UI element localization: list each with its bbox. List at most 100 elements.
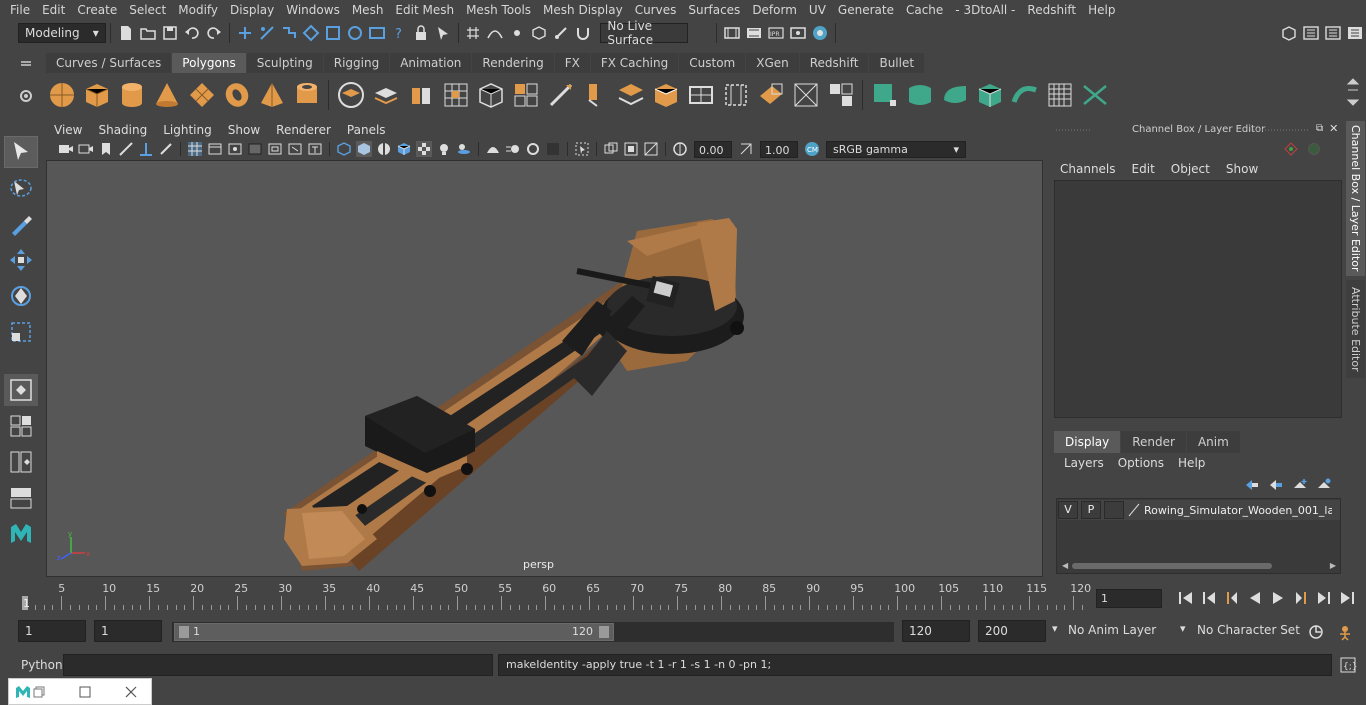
shelf-tab-rigging[interactable]: Rigging (323, 53, 390, 73)
poly-cube-icon[interactable] (82, 80, 112, 110)
help-menu[interactable]: Help (1178, 456, 1205, 470)
poly-cylinder-icon[interactable] (117, 80, 147, 110)
range-slider-handle[interactable]: 1 120 (174, 623, 614, 641)
render-sequence-icon[interactable] (745, 24, 763, 42)
script-editor-icon[interactable]: {;} (1339, 656, 1357, 674)
poly-sphere-icon[interactable] (47, 80, 77, 110)
layer-horizontal-scrollbar[interactable]: ◀ ▶ (1058, 560, 1340, 572)
menu-deform[interactable]: Deform (746, 3, 803, 17)
panel-drag-handle-right[interactable] (1248, 124, 1310, 134)
scroll-left-icon[interactable]: ◀ (1062, 561, 1068, 570)
menu-curves[interactable]: Curves (629, 3, 683, 17)
image-plane-icon[interactable] (118, 141, 134, 157)
shelf-tab-fx-caching[interactable]: FX Caching (590, 53, 679, 73)
viewport-menu-shading[interactable]: Shading (90, 123, 155, 137)
redshift-sphere-light-icon[interactable] (905, 80, 935, 110)
outliner-layout-button[interactable] (4, 446, 38, 478)
layer-display-type-toggle[interactable] (1104, 501, 1124, 519)
uv-editor-icon[interactable] (686, 80, 716, 110)
menu-help[interactable]: Help (1082, 3, 1121, 17)
menu-mesh-tools[interactable]: Mesh Tools (460, 3, 537, 17)
chevron-down-icon[interactable]: ▾ (1052, 622, 1058, 635)
menu-redshift[interactable]: Redshift (1021, 3, 1082, 17)
shelf-menu-icon[interactable] (18, 53, 34, 75)
go-to-start-icon[interactable] (1177, 589, 1195, 607)
close-icon[interactable]: ✕ (1329, 122, 1338, 135)
mode-dropdown[interactable]: Modeling ▾ (18, 23, 106, 43)
panel-drag-handle[interactable] (1054, 124, 1094, 134)
object-menu[interactable]: Object (1171, 162, 1210, 176)
shelf-tab-custom[interactable]: Custom (679, 53, 746, 73)
undo-icon[interactable] (183, 24, 201, 42)
grease-pencil-icon[interactable] (158, 141, 174, 157)
script-language-label[interactable]: Python (21, 658, 63, 672)
playback-end-field[interactable]: 120 (902, 620, 970, 642)
ambient-occlusion-icon[interactable] (485, 141, 501, 157)
menu-create[interactable]: Create (71, 3, 123, 17)
redshift-render-view-icon[interactable] (1080, 80, 1110, 110)
help-mask-icon[interactable]: ? (390, 24, 408, 42)
shelf-tab-fx[interactable]: FX (554, 53, 590, 73)
redshift-dome-light-icon[interactable] (940, 80, 970, 110)
animation-end-field[interactable]: 200 (978, 620, 1046, 642)
command-input[interactable] (63, 654, 493, 676)
lock-icon[interactable] (412, 24, 430, 42)
snap-curve-icon[interactable] (486, 24, 504, 42)
play-forwards-icon[interactable] (1269, 589, 1287, 607)
viewport-menu-show[interactable]: Show (220, 123, 268, 137)
layer-row[interactable]: V P Rowing_Simulator_Wooden_001_layer (1058, 500, 1340, 520)
new-empty-layer-icon[interactable] (1292, 478, 1308, 492)
paint-select-tool-button[interactable] (4, 208, 38, 240)
redshift-portal-light-icon[interactable] (975, 80, 1005, 110)
exposure-icon[interactable] (672, 141, 688, 157)
viewport-menu-lighting[interactable]: Lighting (155, 123, 220, 137)
layout-uv-icon[interactable] (826, 80, 856, 110)
bookmark-icon[interactable] (98, 141, 114, 157)
render-settings-icon[interactable] (789, 24, 807, 42)
status-dot-icon[interactable] (1308, 143, 1320, 155)
layer-tab-display[interactable]: Display (1054, 431, 1121, 453)
smooth-icon[interactable] (511, 80, 541, 110)
select-by-object-icon[interactable] (280, 24, 298, 42)
menu-modify[interactable]: Modify (172, 3, 224, 17)
ipr-render-icon[interactable]: IPR (767, 24, 785, 42)
play-backwards-icon[interactable] (1246, 589, 1264, 607)
restore-window-icon[interactable] (33, 686, 45, 698)
select-camera-icon[interactable] (58, 141, 74, 157)
range-left-grip[interactable] (179, 626, 189, 638)
playback-start-field[interactable]: 1 (94, 620, 162, 642)
snap-view-plane-icon[interactable] (530, 24, 548, 42)
go-to-end-icon[interactable] (1338, 589, 1356, 607)
viewport-menu-panels[interactable]: Panels (339, 123, 394, 137)
animation-start-field[interactable]: 1 (18, 620, 86, 642)
time-slider[interactable]: 5 10 15 20 25 30 35 40 45 50 55 60 65 70 75 80 85 90 95 100… (18, 582, 1091, 610)
menu-mesh[interactable]: Mesh (346, 3, 390, 17)
new-layer-from-selection-icon[interactable] (1316, 478, 1332, 492)
menu-uv[interactable]: UV (803, 3, 832, 17)
channel-box-attributes-area[interactable] (1054, 180, 1342, 418)
xray-icon[interactable] (603, 141, 619, 157)
render-frame-icon[interactable] (723, 24, 741, 42)
poly-pipe-icon[interactable] (292, 80, 322, 110)
combine-icon[interactable] (336, 80, 366, 110)
new-scene-icon[interactable] (117, 24, 135, 42)
automatic-mapping-icon[interactable] (721, 80, 751, 110)
mirror-icon[interactable] (616, 80, 646, 110)
menu-select[interactable]: Select (123, 3, 172, 17)
redo-icon[interactable] (205, 24, 223, 42)
snap-magnet-icon[interactable] (574, 24, 592, 42)
maximize-window-icon[interactable] (79, 686, 91, 698)
poly-plane-icon[interactable] (187, 80, 217, 110)
move-layer-up-icon[interactable] (1244, 478, 1260, 492)
redshift-volume-icon[interactable] (1045, 80, 1075, 110)
step-forward-key-icon[interactable] (1315, 589, 1333, 607)
toggle-modeling-toolkit-icon[interactable] (1302, 24, 1320, 42)
show-menu[interactable]: Show (1226, 162, 1258, 176)
layer-tab-render[interactable]: Render (1121, 431, 1186, 453)
selection-mask-icon[interactable] (236, 24, 254, 42)
layer-tab-anim[interactable]: Anim (1186, 431, 1240, 453)
shelf-tab-rendering[interactable]: Rendering (472, 53, 554, 73)
scroll-right-icon[interactable]: ▶ (1330, 561, 1336, 570)
chevron-down-icon[interactable]: ▾ (1180, 622, 1186, 635)
lasso-tool-button[interactable] (4, 172, 38, 204)
